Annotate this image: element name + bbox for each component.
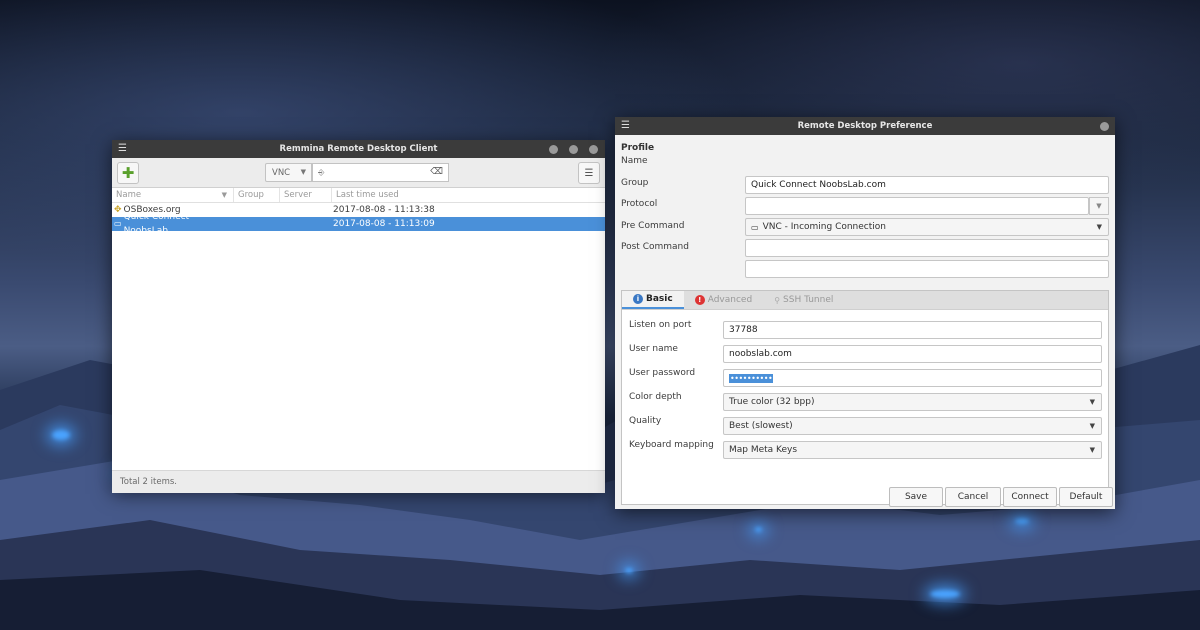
pref-window-title: Remote Desktop Preference	[797, 121, 933, 131]
main-toolbar: ✚ VNC ▼ ⎆ ⌫ ☰	[112, 158, 605, 188]
desktop-icon: ▭	[114, 219, 122, 228]
warning-icon: !	[694, 295, 705, 305]
pref-titlebar[interactable]: ☰ Remote Desktop Preference	[615, 117, 1115, 135]
pre-command-label: Pre Command	[621, 221, 685, 231]
password-field[interactable]: ••••••••••	[723, 369, 1102, 387]
name-field[interactable]: Quick Connect NoobsLab.com	[745, 176, 1109, 194]
protocol-combo[interactable]: ▭ VNC - Incoming Connection ▼	[745, 218, 1109, 236]
item-name: Quick Connect NoobsLab	[123, 212, 190, 236]
quality-label: Quality	[629, 416, 662, 426]
name-label: Name	[621, 156, 648, 166]
light-glow	[625, 568, 633, 573]
post-command-field[interactable]	[745, 260, 1109, 278]
settings-notebook: i Basic ! Advanced ⚲ SSH Tunnel Listen on p…	[621, 290, 1109, 505]
chevron-down-icon: ▼	[1096, 223, 1102, 231]
vnc-icon: ▭	[751, 222, 759, 232]
pref-body: Profile Name Quick Connect NoobsLab.com …	[615, 135, 1115, 509]
group-field[interactable]	[745, 197, 1089, 215]
chevron-down-icon: ▼	[221, 191, 227, 199]
save-button[interactable]: Save	[889, 487, 943, 507]
protocol-select[interactable]: VNC ▼	[265, 163, 312, 182]
quick-connect-input[interactable]: ⎆ ⌫	[312, 163, 449, 182]
chevron-down-icon: ▼	[300, 168, 306, 176]
close-button[interactable]	[589, 145, 598, 154]
chevron-down-icon: ▼	[1096, 202, 1102, 210]
preference-window: ☰ Remote Desktop Preference Profile Name…	[615, 117, 1115, 509]
clear-icon[interactable]: ⌫	[430, 167, 443, 177]
minimize-button[interactable]	[549, 145, 558, 154]
quality-combo[interactable]: Best (slowest) ▼	[723, 417, 1102, 435]
light-glow	[755, 527, 762, 532]
column-server[interactable]: Server	[280, 188, 332, 202]
item-group	[234, 217, 280, 231]
column-group[interactable]: Group	[234, 188, 280, 202]
button-bar: Save Cancel Connect Default	[615, 486, 1115, 509]
item-server	[280, 203, 332, 217]
column-name[interactable]: Name ▼	[112, 188, 234, 202]
plus-icon: ✚	[121, 164, 135, 182]
keyboard-mapping-combo[interactable]: Map Meta Keys ▼	[723, 441, 1102, 459]
protocol-select-value: VNC	[272, 167, 291, 178]
item-last-used: 2017-08-08 - 11:13:09	[333, 219, 435, 229]
key-icon: ⚲	[774, 295, 781, 305]
item-group	[234, 203, 280, 217]
cancel-button[interactable]: Cancel	[945, 487, 1001, 507]
list-header: Name ▼ Group Server Last time used	[112, 188, 605, 203]
vnc-icon: ✥	[114, 205, 122, 215]
pre-command-field[interactable]	[745, 239, 1109, 257]
keyboard-mapping-label: Keyboard mapping	[629, 440, 714, 450]
chevron-down-icon: ▼	[1089, 446, 1095, 454]
status-bar: Total 2 items.	[112, 470, 605, 493]
main-menu-button[interactable]: ☰	[578, 162, 600, 184]
hamburger-icon: ☰	[584, 167, 594, 179]
item-last-used: 2017-08-08 - 11:13:38	[333, 205, 435, 215]
network-icon: ⎆	[318, 167, 325, 177]
list-item[interactable]: ▭ Quick Connect NoobsLab 2017-08-08 - 11:…	[112, 212, 605, 236]
item-server	[280, 217, 332, 231]
quality-value: Best (slowest)	[729, 421, 793, 431]
username-label: User name	[629, 344, 678, 354]
color-depth-value: True color (32 bpp)	[729, 397, 815, 407]
port-label: Listen on port	[629, 320, 692, 330]
connect-button[interactable]: Connect	[1003, 487, 1057, 507]
protocol-label: Protocol	[621, 199, 658, 209]
post-command-label: Post Command	[621, 242, 689, 252]
main-titlebar[interactable]: ☰ Remmina Remote Desktop Client	[112, 140, 605, 158]
default-button[interactable]: Default	[1059, 487, 1113, 507]
group-dropdown-button[interactable]: ▼	[1089, 197, 1109, 215]
column-last-used[interactable]: Last time used	[332, 188, 605, 202]
chevron-down-icon: ▼	[1089, 422, 1095, 430]
maximize-button[interactable]	[569, 145, 578, 154]
tab-advanced[interactable]: ! Advanced	[684, 291, 763, 309]
password-value: ••••••••••	[729, 373, 774, 383]
tab-bar: i Basic ! Advanced ⚲ SSH Tunnel	[622, 291, 1108, 310]
remmina-main-window: ☰ Remmina Remote Desktop Client ✚ VNC ▼ …	[112, 140, 605, 493]
window-menu-icon[interactable]: ☰	[118, 143, 127, 154]
color-depth-label: Color depth	[629, 392, 682, 402]
connection-list: Name ▼ Group Server Last time used ✥ OSBox…	[112, 188, 605, 470]
info-icon: i	[633, 294, 643, 304]
username-field[interactable]: noobslab.com	[723, 345, 1102, 363]
password-label: User password	[629, 368, 696, 378]
new-connection-button[interactable]: ✚	[117, 162, 139, 184]
chevron-down-icon: ▼	[1089, 398, 1095, 406]
close-button[interactable]	[1100, 122, 1109, 131]
tab-ssh-tunnel[interactable]: ⚲ SSH Tunnel	[763, 291, 844, 309]
keyboard-mapping-value: Map Meta Keys	[729, 445, 798, 455]
light-glow	[52, 430, 70, 440]
tab-basic[interactable]: i Basic	[622, 291, 684, 309]
light-glow	[930, 590, 960, 598]
port-field[interactable]: 37788	[723, 321, 1102, 339]
window-menu-icon[interactable]: ☰	[621, 120, 630, 131]
group-label: Group	[621, 178, 649, 188]
light-glow	[1015, 518, 1029, 524]
color-depth-combo[interactable]: True color (32 bpp) ▼	[723, 393, 1102, 411]
main-window-title: Remmina Remote Desktop Client	[279, 144, 438, 154]
section-title: Profile	[621, 143, 655, 153]
protocol-combo-value: VNC - Incoming Connection	[762, 222, 886, 232]
